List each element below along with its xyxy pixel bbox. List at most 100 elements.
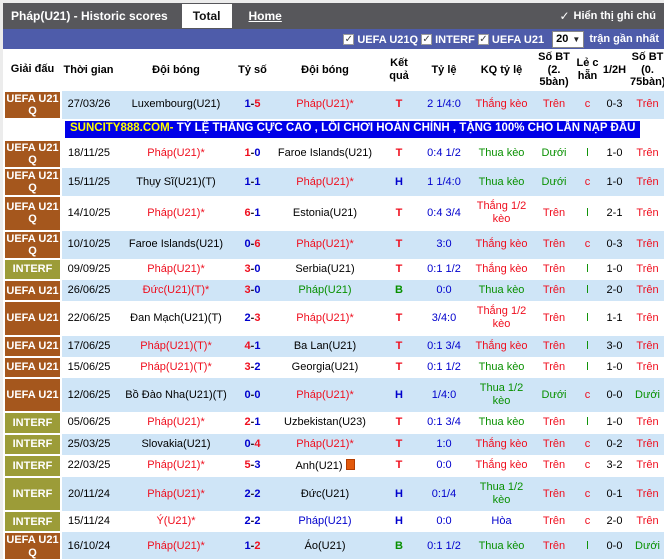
result-cell: T xyxy=(395,437,403,450)
result-cell: T xyxy=(395,206,403,219)
league-filter-checkbox-1[interactable]: ✓ xyxy=(421,34,433,45)
score-cell: 6-1 xyxy=(244,206,261,219)
score-cell: 2-3 xyxy=(244,311,261,324)
odd-even-cell: c xyxy=(584,98,591,111)
show-notes-label: Hiển thị ghi chú xyxy=(573,10,657,22)
goals-0-75-cell: Trên xyxy=(636,339,659,352)
ad-cell: SUNCITY888.COM- TỶ LỆ THẮNG CỰC CAO , LỐ… xyxy=(61,119,664,140)
result-cell: B xyxy=(395,284,403,297)
halftime-score-cell: 0-3 xyxy=(606,98,623,111)
red-card-icon xyxy=(345,458,355,470)
handicap-result-cell: Thắng kèo xyxy=(475,98,528,111)
goals-2-5-cell: Dưới xyxy=(541,147,567,160)
score-cell: 3-0 xyxy=(244,262,261,275)
goals-2-5-cell: Trên xyxy=(542,487,566,500)
odd-even-cell: l xyxy=(586,311,589,324)
league-cell: UEFA U21 xyxy=(3,355,62,379)
halftime-score-cell: 0-3 xyxy=(606,238,623,251)
league-cell: INTERF xyxy=(3,432,62,456)
handicap-odds-cell: 2 1/4:0 xyxy=(427,98,461,111)
column-header-7: KQ tỷ lệ xyxy=(471,49,532,91)
score-cell: 1-5 xyxy=(244,98,261,111)
goals-0-75-cell: Trên xyxy=(636,311,659,324)
page-title: Pháp(U21) - Historic scores xyxy=(11,9,168,23)
column-header-0: Giải đấu xyxy=(4,49,61,91)
date-cell: 15/11/25 xyxy=(67,175,110,188)
table-row: UEFA U21 Q 27/03/26 Luxembourg(U21) 1-5 Pháp… xyxy=(3,89,664,121)
league-filter-item: ✓ UEFA U21Q xyxy=(343,34,418,46)
ad-banner-text: TỶ LỆ THẮNG CỰC CAO , LỐI CHƠI HOÀN CHỈN… xyxy=(173,122,636,135)
handicap-result-cell: Thua kèo xyxy=(478,147,525,160)
table-row: INTERF 09/09/25 Pháp(U21)* 3-0 Serbia(U21) T 0… xyxy=(3,257,664,282)
table-row: UEFA U21 15/06/25 Pháp(U21)(T)* 3-2 Georgia(… xyxy=(3,355,664,379)
column-header-3: Tỷ số xyxy=(236,49,269,91)
handicap-result-cell: Thua kèo xyxy=(478,284,525,297)
ad-banner[interactable]: SUNCITY888.COM- TỶ LỆ THẮNG CỰC CAO , LỐ… xyxy=(65,121,641,138)
date-cell: 22/03/25 xyxy=(67,459,111,472)
halftime-score-cell: 2-0 xyxy=(606,515,623,528)
date-cell: 22/06/25 xyxy=(67,311,111,324)
away-team-cell: Pháp(U21)* xyxy=(296,238,354,251)
handicap-odds-cell: 0:1 1/2 xyxy=(427,360,461,373)
result-cell: H xyxy=(395,487,403,500)
halftime-score-cell: 1-0 xyxy=(606,360,623,373)
odd-even-cell: c xyxy=(584,437,591,450)
halftime-score-cell: 2-0 xyxy=(606,284,623,297)
odd-even-cell: l xyxy=(586,539,589,552)
result-cell: H xyxy=(395,175,403,188)
table-row: UEFA U21 Q 18/11/25 Pháp(U21)* 1-0 Faroe Isl… xyxy=(3,138,664,170)
date-cell: 15/11/24 xyxy=(67,515,110,528)
halftime-score-cell: 0-1 xyxy=(606,487,623,500)
home-team-cell: Ý(U21)* xyxy=(156,515,196,528)
tab-total[interactable]: Total xyxy=(181,4,232,28)
handicap-result-cell: Thắng kèo xyxy=(475,262,528,275)
result-cell: T xyxy=(395,262,403,275)
handicap-result-cell: Thắng 1/2 kèo xyxy=(476,305,527,331)
date-cell: 09/09/25 xyxy=(67,262,111,275)
home-team-cell: Pháp(U21)(T)* xyxy=(140,360,212,373)
date-cell: 10/10/25 xyxy=(67,238,111,251)
away-team-cell: Uzbekistan(U23) xyxy=(284,416,366,429)
league-filter-checkbox-0[interactable]: ✓ xyxy=(343,34,355,45)
halftime-score-cell: 3-0 xyxy=(606,339,623,352)
halftime-score-cell: 0-0 xyxy=(606,388,623,401)
handicap-odds-cell: 0:0 xyxy=(436,515,452,528)
date-cell: 25/03/25 xyxy=(67,437,111,450)
recent-count-select[interactable]: 20 ▼ xyxy=(552,30,585,48)
show-notes-checkbox[interactable]: ✓ xyxy=(559,10,569,22)
table-row: UEFA U21 26/06/25 Đức(U21)(T)* 3-0 Pháp(U21)… xyxy=(3,279,664,303)
handicap-odds-cell: 3/4:0 xyxy=(431,311,457,324)
away-team-cell: Serbia(U21) xyxy=(295,262,355,275)
column-header-4: Đội bóng xyxy=(269,49,381,91)
column-header-2: Đội bóng xyxy=(116,49,236,91)
handicap-result-cell: Hòa xyxy=(491,515,512,528)
goals-2-5-cell: Trên xyxy=(542,437,566,450)
league-filter-group: ✓ UEFA U21Q ✓ INTERF ✓ UEFA U21 xyxy=(343,33,547,46)
league-filter-checkbox-2[interactable]: ✓ xyxy=(477,34,489,45)
home-team-cell: Slovakia(U21) xyxy=(141,437,211,450)
goals-2-5-cell: Trên xyxy=(542,238,566,251)
halftime-score-cell: 1-0 xyxy=(606,262,623,275)
date-cell: 18/11/25 xyxy=(67,147,110,160)
goals-2-5-cell: Dưới xyxy=(541,388,567,401)
odd-even-cell: c xyxy=(584,515,591,528)
goals-2-5-cell: Trên xyxy=(542,459,566,472)
goals-2-5-cell: Dưới xyxy=(541,175,567,188)
halftime-score-cell: 3-2 xyxy=(606,459,623,472)
tab-home[interactable]: Home xyxy=(238,4,293,28)
handicap-result-cell: Thắng kèo xyxy=(475,238,528,251)
goals-0-75-cell: Trên xyxy=(636,98,659,111)
score-cell: 0-0 xyxy=(244,388,261,401)
handicap-odds-cell: 0:4 3/4 xyxy=(427,206,461,219)
recent-count-suffix: trận gần nhất xyxy=(589,33,659,45)
league-filter-item: ✓ INTERF xyxy=(421,34,475,46)
away-team-cell: Anh(U21) xyxy=(269,455,381,477)
table-row: UEFA U21 12/06/25 Bồ Đào Nha(U21)(T) 0-0 Phá… xyxy=(3,376,664,414)
table-row: UEFA U21 Q 14/10/25 Pháp(U21)* 6-1 Estonia(U… xyxy=(3,195,664,232)
handicap-odds-cell: 3:0 xyxy=(436,238,452,251)
title-bar: Pháp(U21) - Historic scores Total Home ✓… xyxy=(3,3,664,29)
column-header-6: Tỷ lệ xyxy=(417,49,471,91)
handicap-result-cell: Thua 1/2 kèo xyxy=(479,381,524,408)
handicap-odds-cell: 0:1 1/2 xyxy=(427,262,461,275)
result-cell: T xyxy=(395,360,403,373)
